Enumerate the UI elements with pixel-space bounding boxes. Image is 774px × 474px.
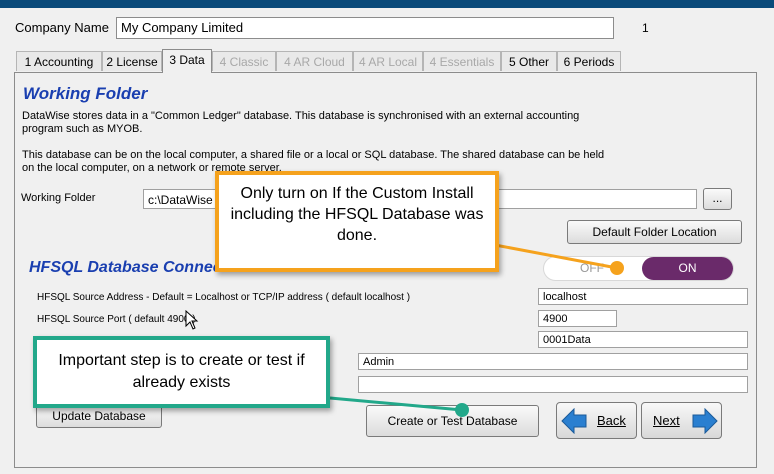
orange-connector-dot: [610, 261, 624, 275]
settings-window: Company Name My Company Limited 1 1 Acco…: [0, 0, 774, 474]
create-database-callout: Important step is to create or test if a…: [33, 336, 330, 408]
green-connector-line: [329, 396, 463, 412]
orange-connector-line: [494, 243, 618, 270]
green-connector-dot: [455, 403, 469, 417]
tab-data[interactable]: 3 Data: [162, 49, 212, 73]
hfsql-toggle-callout: Only turn on If the Custom Install inclu…: [215, 171, 499, 272]
